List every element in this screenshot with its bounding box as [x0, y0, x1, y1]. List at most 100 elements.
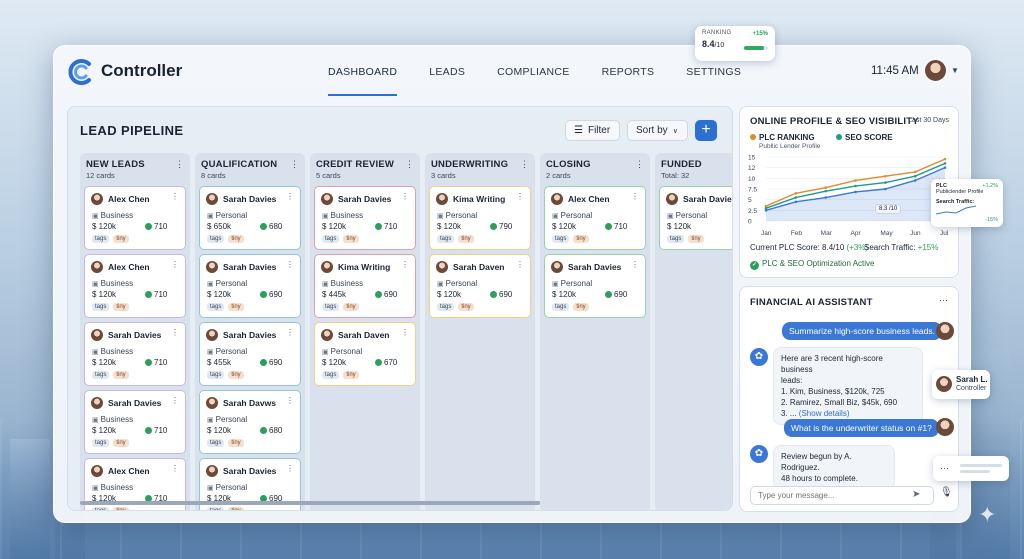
x-tick-label: Jan: [761, 230, 772, 237]
lead-type: ▣ Business: [92, 415, 134, 424]
lead-card[interactable]: Alex Chen ⋮ ▣ Business $ 120k 710 tags tiny: [84, 186, 186, 250]
more-icon[interactable]: ···: [939, 295, 948, 305]
lead-name: Alex Chen: [108, 466, 150, 476]
lead-score: 690: [260, 358, 282, 367]
tab-reports[interactable]: REPORTS: [602, 46, 655, 96]
tab-compliance[interactable]: COMPLIANCE: [497, 46, 569, 96]
lead-type: ▣ Personal: [207, 483, 248, 492]
column-menu-icon[interactable]: ⋮: [635, 159, 644, 170]
score-icon: [260, 427, 267, 434]
column-menu-icon[interactable]: ⋮: [175, 159, 184, 170]
tab-leads[interactable]: LEADS: [429, 46, 465, 96]
filter-button[interactable]: ☰ Filter: [565, 120, 620, 141]
column-name: UNDERWRITING: [431, 159, 509, 170]
show-details-link[interactable]: (Show details): [799, 409, 850, 418]
score-icon: [490, 291, 497, 298]
tag: tags: [92, 371, 110, 379]
lead-tags: tags tiny: [92, 235, 129, 243]
lead-type: ▣ Business: [92, 483, 134, 492]
tab-dashboard[interactable]: DASHBOARD: [328, 46, 398, 96]
lead-score: 790: [490, 222, 512, 231]
card-menu-icon[interactable]: ⋮: [286, 396, 294, 405]
card-menu-icon[interactable]: ⋮: [631, 260, 639, 269]
lead-avatar: [666, 193, 678, 205]
tag: tiny: [688, 235, 704, 243]
data-point: [794, 191, 798, 195]
y-tick-label: 10: [748, 176, 756, 183]
card-menu-icon[interactable]: ⋮: [171, 192, 179, 201]
card-menu-icon[interactable]: ⋮: [171, 396, 179, 405]
lead-score: 710: [145, 222, 167, 231]
column-menu-icon[interactable]: ⋮: [405, 159, 414, 170]
lead-card[interactable]: Sarah Davies ⋮ ▣ Business $ 120k 710 tags tiny: [314, 186, 416, 250]
user-avatar[interactable]: [924, 59, 947, 82]
message-input[interactable]: [750, 486, 934, 505]
tag: tags: [92, 303, 110, 311]
lead-card[interactable]: Kima Writing ⋮ ▣ Personal $ 120k 790 tags tiny: [429, 186, 531, 250]
lead-card[interactable]: Sarah Davies ⋮ ▣ Personal $ 120k 690 tags tiny: [199, 254, 301, 318]
tag: tiny: [113, 235, 129, 243]
microphone-icon[interactable]: 🎙: [940, 487, 953, 498]
y-tick-label: 7.5: [748, 187, 757, 194]
chevron-down-icon[interactable]: ▼: [951, 66, 959, 75]
app-window: Controller DASHBOARD LEADS COMPLIANCE RE…: [53, 45, 971, 523]
lead-card[interactable]: Sarah Davies ⋮ ▣ Personal $ 650k 680 tags tiny: [199, 186, 301, 250]
lead-tags: tags tiny: [207, 507, 244, 510]
card-menu-icon[interactable]: ⋮: [401, 260, 409, 269]
send-icon[interactable]: ➤: [912, 489, 920, 500]
lead-score: 680: [260, 426, 282, 435]
card-menu-icon[interactable]: ⋮: [171, 328, 179, 337]
lead-avatar: [206, 193, 218, 205]
card-menu-icon[interactable]: ⋮: [631, 192, 639, 201]
column-menu-icon[interactable]: ⋮: [290, 159, 299, 170]
lead-card[interactable]: Alex Chen ⋮ ▣ Business $ 120k 710 tags tiny: [84, 254, 186, 318]
card-menu-icon[interactable]: ⋮: [286, 192, 294, 201]
lead-avatar: [206, 397, 218, 409]
lead-card[interactable]: Sarah Davies ⋮ ▣ Business $ 120k 710 tags tiny: [84, 322, 186, 386]
card-menu-icon[interactable]: ⋮: [286, 328, 294, 337]
tag: tags: [207, 439, 225, 447]
lead-amount: $ 455k: [207, 358, 232, 367]
card-menu-icon[interactable]: ⋮: [286, 260, 294, 269]
briefcase-icon: ▣: [92, 485, 99, 492]
column-menu-icon[interactable]: ⋮: [520, 159, 529, 170]
card-menu-icon[interactable]: ⋮: [401, 328, 409, 337]
card-menu-icon[interactable]: ⋮: [401, 192, 409, 201]
lead-card[interactable]: Sarah Daven ⋮ ▣ Personal $ 120k 690 tags tiny: [429, 254, 531, 318]
lead-card[interactable]: Sarah Davies ⋮ ▣ Personal $ 120k 690 tags tiny: [544, 254, 646, 318]
sort-button[interactable]: Sort by ∨: [627, 120, 688, 141]
pipeline-column: NEW LEADS 12 cards ⋮ Alex Chen ⋮ ▣ Business $ 1…: [80, 153, 190, 510]
card-menu-icon[interactable]: ⋮: [171, 464, 179, 473]
seo-period[interactable]: Last 30 Days: [908, 117, 949, 124]
tag: tiny: [113, 303, 129, 311]
lead-card[interactable]: Sarah Davies ⋮ ▣ Business $ 120k 710 tags tiny: [84, 390, 186, 454]
score-icon: [490, 223, 497, 230]
search-traffic: Search Traffic: +15%: [864, 243, 939, 252]
lead-avatar: [436, 261, 448, 273]
lead-card[interactable]: Sarah Davies ⋮ ▣ Personal $ 455k 690 tags tiny: [199, 322, 301, 386]
lead-card[interactable]: Sarah Davie ▣ Personal $ 120k tags tiny: [659, 186, 732, 250]
lead-card[interactable]: Kima Writing ⋮ ▣ Business $ 445k 690 tags tiny: [314, 254, 416, 318]
lead-card[interactable]: Sarah Davws ⋮ ▣ Personal $ 120k 680 tags tiny: [199, 390, 301, 454]
seo-panel: ONLINE PROFILE & SEO VISIBILITY Last 30 …: [739, 106, 959, 278]
lead-tags: tags tiny: [322, 371, 359, 379]
pipeline-column: CLOSING 2 cards ⋮ Alex Chen ⋮ ▣ Personal $ 120k…: [540, 153, 650, 510]
lead-type: ▣ Personal: [667, 211, 708, 220]
chevron-down-icon: ∨: [672, 127, 678, 135]
card-menu-icon[interactable]: ⋮: [516, 192, 524, 201]
card-menu-icon[interactable]: ⋮: [286, 464, 294, 473]
data-point: [884, 187, 887, 191]
card-menu-icon[interactable]: ⋮: [171, 260, 179, 269]
lead-amount: $ 120k: [437, 222, 462, 231]
add-lead-button[interactable]: +: [695, 120, 717, 141]
lead-card[interactable]: Alex Chen ⋮ ▣ Personal $ 120k 710 tags tiny: [544, 186, 646, 250]
seo-title: ONLINE PROFILE & SEO VISIBILITY: [750, 116, 919, 127]
horizontal-scrollbar[interactable]: [80, 501, 540, 505]
data-point: [943, 166, 947, 169]
column-count: 12 cards: [86, 171, 115, 180]
data-point: [824, 186, 827, 190]
card-menu-icon[interactable]: ⋮: [516, 260, 524, 269]
legend-seo: SEO SCORE: [836, 133, 893, 142]
lead-card[interactable]: Sarah Daven ⋮ ▣ Personal $ 120k 670 tags tiny: [314, 322, 416, 386]
ai-bot-icon: ✿: [750, 445, 768, 463]
